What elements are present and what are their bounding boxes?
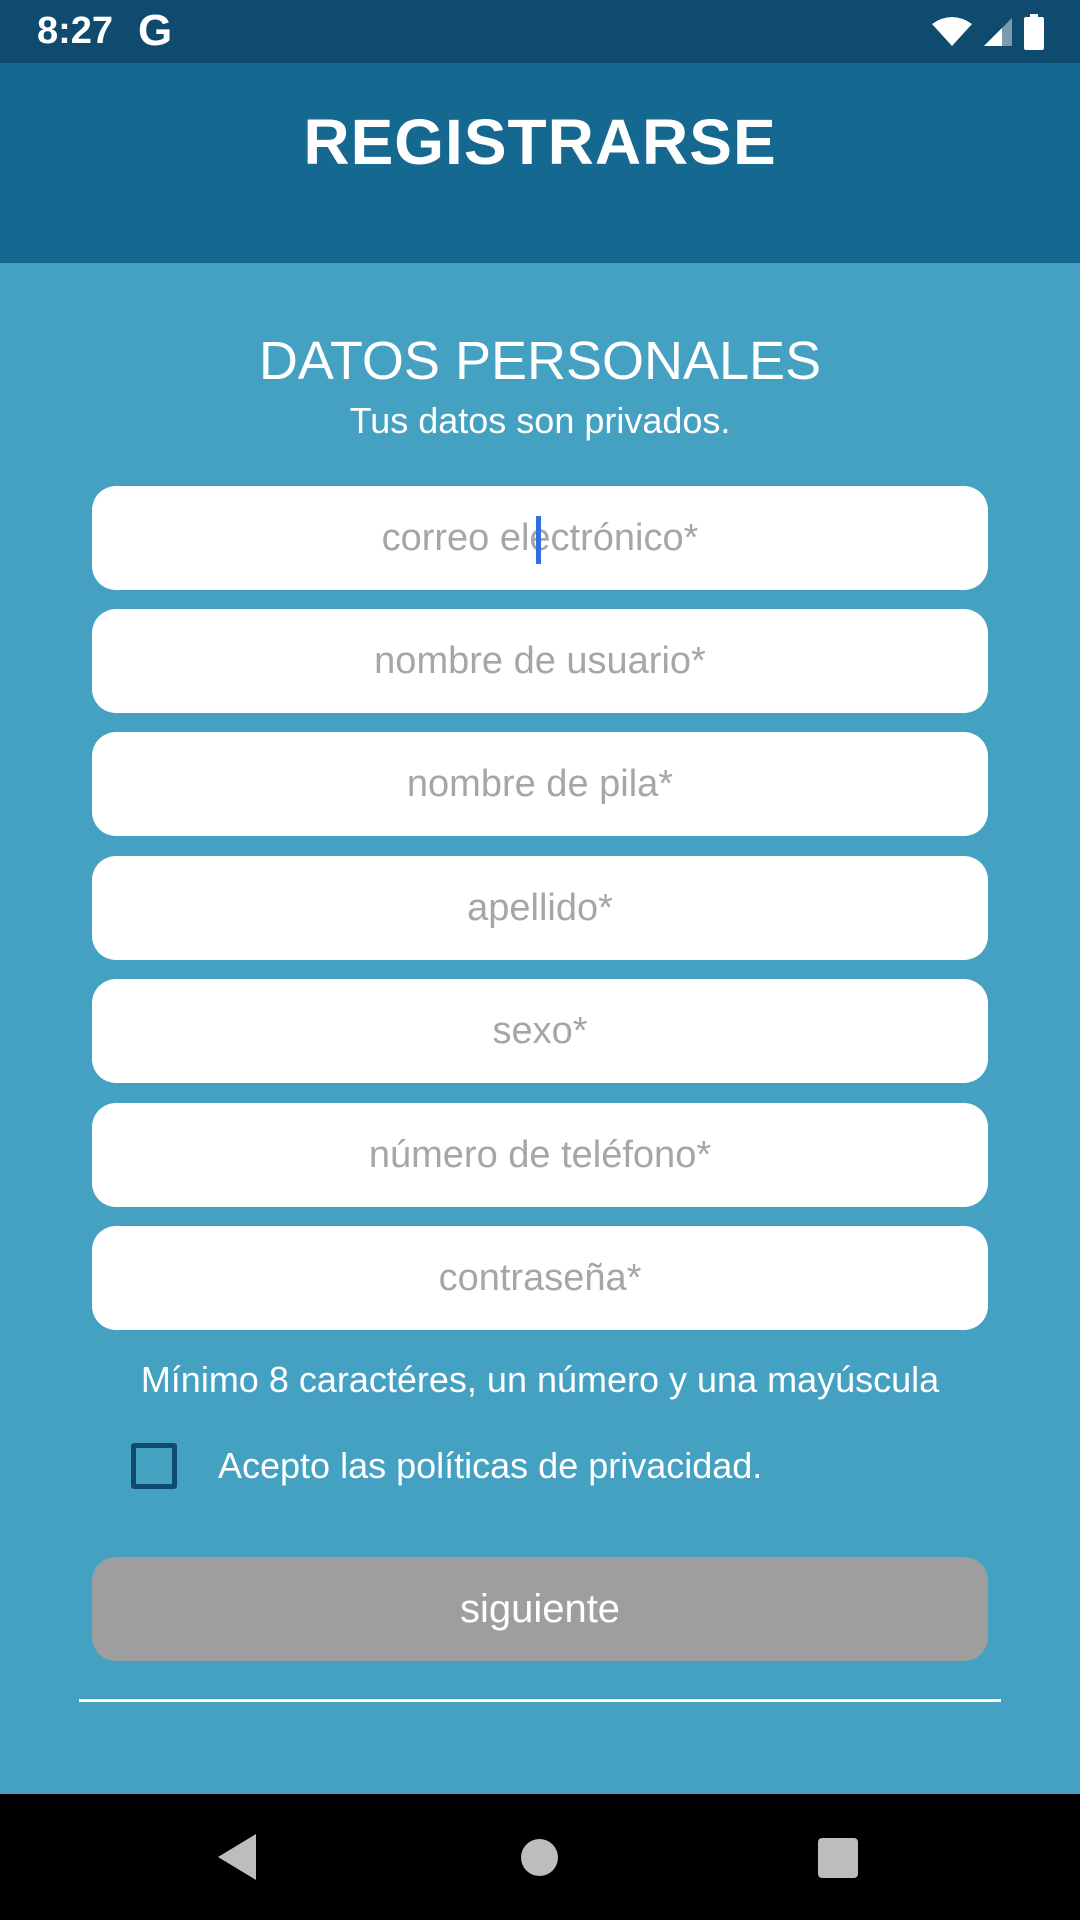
password-field[interactable]: [92, 1226, 988, 1330]
page-title: REGISTRARSE: [303, 106, 777, 178]
recent-apps-icon[interactable]: [818, 1838, 858, 1878]
section-subtitle: Tus datos son privados.: [349, 400, 731, 441]
text-cursor: [536, 516, 541, 564]
status-bar: 8:27 G: [0, 0, 1080, 63]
status-icons: [932, 14, 1044, 50]
divider: [79, 1699, 1001, 1702]
username-field[interactable]: [92, 609, 988, 713]
privacy-checkbox-label[interactable]: Acepto las políticas de privacidad.: [218, 1444, 762, 1488]
sex-field[interactable]: [92, 979, 988, 1083]
back-icon[interactable]: [218, 1834, 256, 1880]
google-g-icon: G: [138, 6, 173, 55]
last-name-field[interactable]: [92, 856, 988, 960]
cell-signal-icon: [984, 18, 1012, 46]
wifi-icon: [932, 17, 972, 46]
next-button[interactable]: siguiente: [92, 1557, 988, 1661]
phone-field[interactable]: [92, 1103, 988, 1207]
battery-icon: [1024, 14, 1044, 50]
home-icon[interactable]: [521, 1839, 558, 1876]
first-name-field[interactable]: [92, 732, 988, 836]
status-time: 8:27: [37, 10, 114, 52]
privacy-checkbox[interactable]: [131, 1443, 177, 1489]
navigation-bar: [0, 1794, 1080, 1920]
section-title: DATOS PERSONALES: [258, 331, 822, 391]
password-hint: Mínimo 8 caractéres, un número y una may…: [140, 1359, 940, 1400]
